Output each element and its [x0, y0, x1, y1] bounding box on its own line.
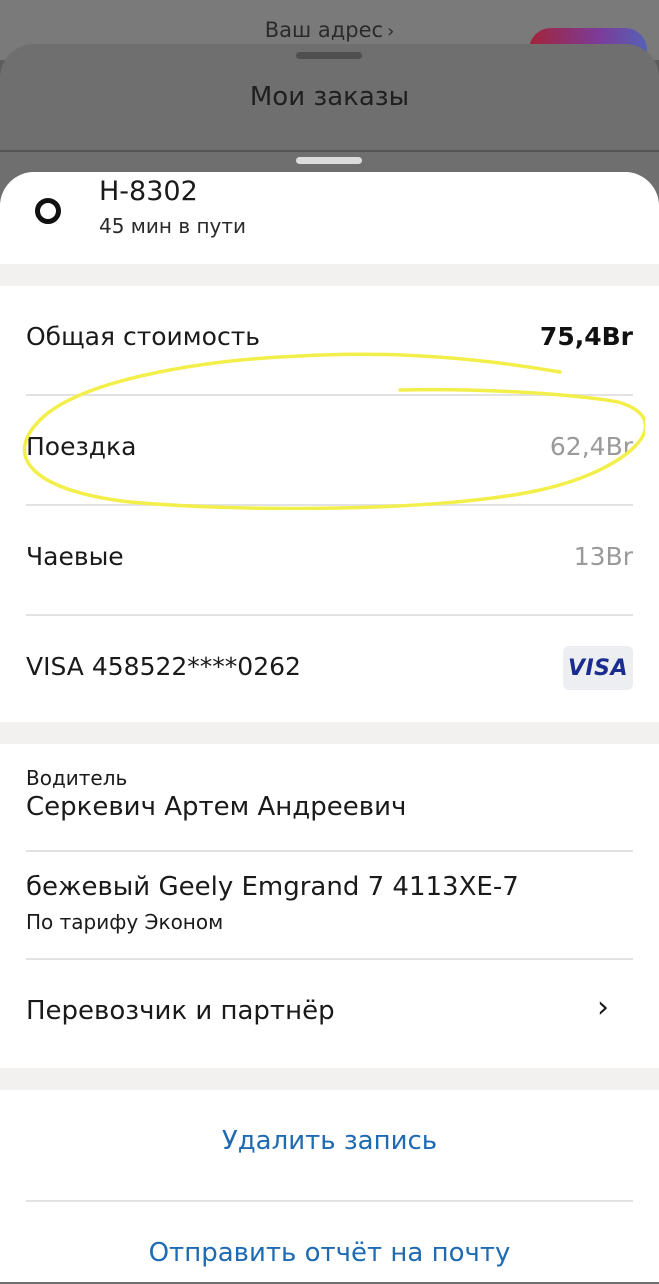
total-cost-label: Общая стоимость: [26, 322, 260, 351]
page-title: Мои заказы: [249, 82, 410, 112]
ride-cost-value: 62,4Br: [549, 432, 633, 461]
send-report-button[interactable]: Отправить отчёт на почту: [0, 1238, 659, 1268]
driver-name: Серкевич Артем Андреевич: [26, 792, 407, 822]
divider: [26, 850, 633, 852]
tariff-label: По тарифу Эконом: [26, 910, 224, 934]
total-cost-value: 75,4Br: [539, 322, 633, 351]
tips-value: 13Br: [573, 542, 633, 571]
divider: [26, 958, 633, 960]
car-description: бежевый Geely Emgrand 7 4113ХЕ-7: [26, 872, 519, 902]
ride-cost-label: Поездка: [26, 432, 137, 461]
visa-logo-icon: VISA: [563, 646, 633, 690]
chevron-right-icon[interactable]: ›: [597, 990, 609, 1025]
delete-record-button[interactable]: Удалить запись: [0, 1126, 659, 1156]
order-number: Н-8302: [99, 176, 198, 207]
driver-caption: Водитель: [26, 766, 128, 790]
ride-cost-row: Поездка 62,4Br: [26, 396, 633, 505]
chevron-right-icon: ›: [387, 21, 395, 42]
carrier-partner-link[interactable]: Перевозчик и партнёр: [26, 996, 335, 1026]
driver-section: Водитель Серкевич Артем Андреевич бежевы…: [0, 744, 659, 1068]
payment-card-row: VISA 458522****0262 VISA: [26, 616, 633, 725]
detail-grab-handle[interactable]: [296, 157, 362, 164]
divider: [0, 150, 659, 152]
actions-section: Удалить запись Отправить отчёт на почту: [0, 1090, 659, 1282]
total-cost-row: Общая стоимость 75,4Br: [26, 286, 633, 395]
trip-duration: 45 мин в пути: [99, 214, 247, 238]
order-detail-sheet: Н-8302 45 мин в пути Общая стоимость 75,…: [0, 172, 659, 1282]
sheet-grab-handle[interactable]: [296, 52, 362, 59]
cost-section: Общая стоимость 75,4Br Поездка 62,4Br Ча…: [0, 286, 659, 722]
order-header: Н-8302 45 мин в пути: [0, 172, 659, 264]
tips-label: Чаевые: [26, 542, 124, 571]
divider: [26, 1200, 633, 1202]
address-label: Ваш адрес: [264, 18, 384, 42]
payment-card-label: VISA 458522****0262: [26, 652, 301, 681]
tips-row: Чаевые 13Br: [26, 506, 633, 615]
ring-icon: [35, 198, 61, 224]
